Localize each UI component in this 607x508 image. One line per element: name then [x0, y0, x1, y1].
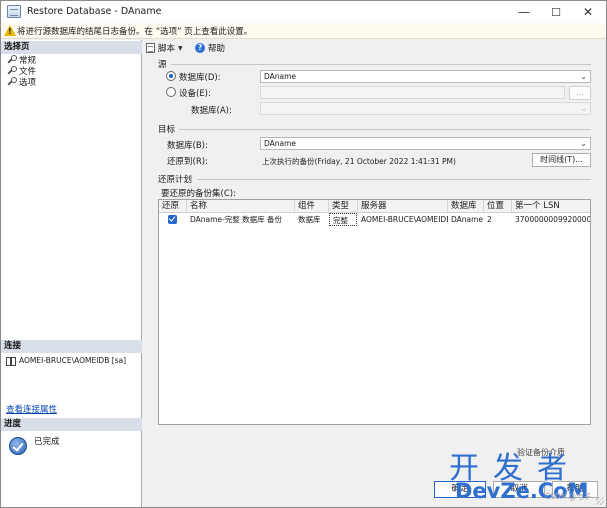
source-database-value: DAname: [264, 72, 297, 81]
script-icon: [146, 43, 155, 53]
cancel-button[interactable]: 取消: [493, 481, 545, 498]
restore-to-label: 还原到(R):: [167, 157, 208, 167]
source-divider: [171, 64, 591, 65]
timeline-button[interactable]: 时间线(T)...: [532, 153, 591, 167]
source-device-label: 设备(E):: [179, 89, 211, 99]
page-item-options[interactable]: 选项: [6, 76, 37, 88]
source-group-label: 源: [158, 60, 167, 70]
column-name[interactable]: 名称: [187, 200, 295, 213]
restore-to-value: 上次执行的备份(Friday, 21 October 2022 1:41:31 …: [262, 157, 456, 166]
minimize-button[interactable]: —: [509, 2, 539, 22]
restore-plan-group-label: 还原计划: [158, 175, 193, 185]
row-name: DAname-完整 数据库 备份: [190, 215, 283, 224]
source-database-combo[interactable]: DAname ⌄: [260, 70, 591, 83]
page-item-general[interactable]: 常规: [6, 54, 36, 66]
toolbar: 脚本 ▼ ? 帮助: [143, 40, 606, 56]
select-page-header: 选择页: [1, 41, 142, 54]
maximize-button[interactable]: ☐: [541, 2, 571, 22]
grid-header: 还原 名称 组件 类型 服务器 数据库 位置 第一个 LSN: [159, 200, 590, 213]
column-type[interactable]: 类型: [329, 200, 358, 213]
row-component: 数据库: [298, 215, 321, 224]
column-position[interactable]: 位置: [484, 200, 512, 213]
row-database: DAname: [451, 215, 484, 224]
chevron-down-icon: ▼: [178, 44, 183, 52]
page-item-files[interactable]: 文件: [6, 65, 36, 77]
row-server: AOMEI-BRUCE\AOMEIDB: [361, 215, 448, 224]
device-database-combo[interactable]: ⌄: [260, 102, 591, 115]
verify-backup-media-hint[interactable]: 验证备份介质: [517, 447, 565, 458]
source-device-input[interactable]: [260, 86, 565, 99]
restore-checkbox[interactable]: [168, 215, 177, 224]
script-button[interactable]: 脚本 ▼: [146, 42, 183, 54]
help-icon: ?: [195, 43, 205, 53]
row-position: 2: [487, 215, 492, 224]
ok-button[interactable]: 确定: [434, 481, 486, 498]
destination-database-label: 数据库(B):: [167, 141, 208, 151]
chevron-down-icon: ⌄: [580, 139, 587, 148]
script-label: 脚本: [158, 44, 176, 54]
wrench-icon: [6, 66, 17, 75]
wrench-icon: [6, 55, 17, 64]
device-database-label: 数据库(A):: [191, 106, 232, 116]
view-connection-properties-link[interactable]: 查看连接属性: [6, 403, 57, 415]
destination-database-value: DAname: [264, 139, 297, 148]
source-device-radio[interactable]: [166, 87, 176, 97]
resize-grip[interactable]: [596, 497, 604, 505]
column-database[interactable]: 数据库: [448, 200, 484, 213]
browse-device-button[interactable]: ...: [569, 86, 591, 100]
help-button[interactable]: 帮助: [552, 481, 598, 498]
help-toolbar-button[interactable]: ? 帮助: [195, 42, 225, 54]
warning-icon: !: [4, 25, 16, 36]
backup-sets-grid[interactable]: 还原 名称 组件 类型 服务器 数据库 位置 第一个 LSN DAname-完整…: [158, 199, 591, 425]
help-label: 帮助: [208, 44, 226, 54]
backup-sets-label: 要还原的备份集(C):: [161, 189, 236, 199]
column-first-lsn[interactable]: 第一个 LSN: [512, 200, 590, 213]
wrench-icon: [6, 77, 17, 86]
column-component[interactable]: 组件: [295, 200, 329, 213]
row-first-lsn: 37000000099200001: [515, 215, 591, 224]
column-restore[interactable]: 还原: [159, 200, 187, 213]
connection-info: AOMEI-BRUCE\AOMEIDB [sa]: [5, 355, 126, 366]
connection-icon: [5, 356, 16, 366]
destination-group-label: 目标: [158, 125, 176, 135]
window-title: Restore Database - DAname: [27, 6, 162, 17]
warning-text: 将进行源数据库的结尾日志备份。在 “选项” 页上查看此设置。: [17, 27, 253, 37]
chevron-down-icon: ⌄: [580, 72, 587, 81]
progress-done-icon: [9, 437, 27, 455]
connection-value: AOMEI-BRUCE\AOMEIDB [sa]: [19, 356, 127, 365]
destination-database-combo[interactable]: DAname ⌄: [260, 137, 591, 150]
restore-database-window: Restore Database - DAname — ☐ ✕ ! 将进行源数据…: [0, 0, 607, 508]
table-row[interactable]: DAname-完整 数据库 备份 数据库 完整 AOMEI-BRUCE\AOME…: [159, 213, 591, 226]
connection-header: 连接: [1, 340, 142, 353]
warning-bar: ! 将进行源数据库的结尾日志备份。在 “选项” 页上查看此设置。: [1, 23, 606, 39]
page-item-label: 选项: [19, 77, 37, 88]
close-button[interactable]: ✕: [573, 2, 603, 22]
destination-divider: [179, 129, 591, 130]
chevron-down-icon: ⌄: [580, 104, 587, 113]
app-icon: [7, 5, 21, 18]
source-database-label: 数据库(D):: [179, 73, 221, 83]
left-pane: 选择页 常规 文件 选项 连接 AOMEI-BRUCE\AOMEIDB [sa]…: [1, 40, 142, 507]
source-database-radio[interactable]: [166, 71, 176, 81]
progress-status: 已完成: [34, 437, 60, 447]
title-bar: Restore Database - DAname — ☐ ✕: [1, 1, 606, 23]
progress-header: 进度: [1, 418, 142, 431]
row-type: 完整: [329, 213, 357, 226]
column-server[interactable]: 服务器: [358, 200, 448, 213]
restore-plan-divider: [197, 179, 591, 180]
